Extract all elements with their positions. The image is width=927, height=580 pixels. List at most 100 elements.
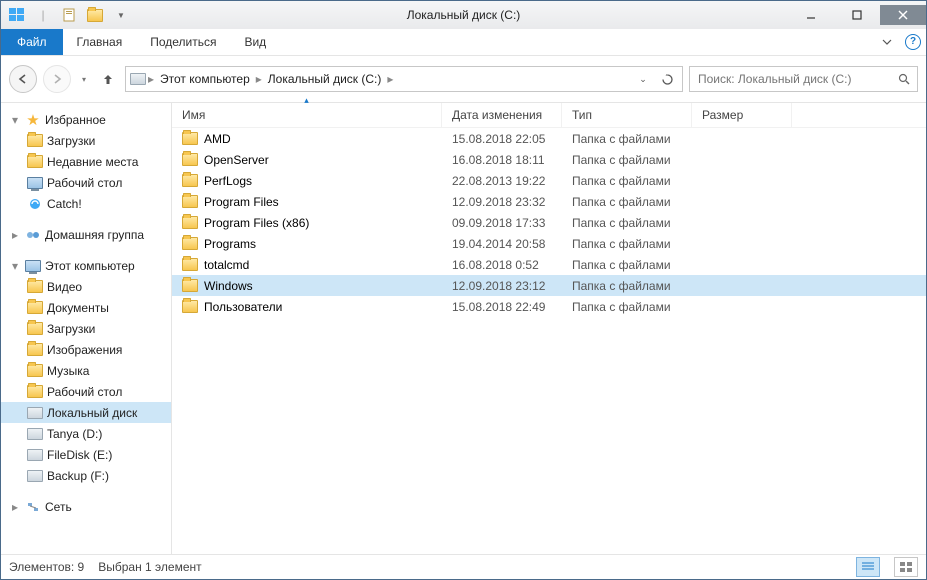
breadcrumb-computer[interactable]: Этот компьютер [156,72,254,86]
address-dropdown-icon[interactable]: ⌄ [632,74,654,85]
breadcrumb-drive[interactable]: Локальный диск (C:) [264,72,386,86]
file-name: Пользователи [204,300,282,314]
tree-item[interactable]: FileDisk (E:) [1,444,171,465]
ribbon-expand-icon[interactable] [874,29,900,55]
tree-label: Этот компьютер [45,259,135,273]
help-button[interactable]: ? [900,29,926,55]
file-date: 15.08.2018 22:49 [442,300,562,314]
column-date[interactable]: Дата изменения [442,103,562,127]
tree-item[interactable]: Рабочий стол [1,172,171,193]
column-size[interactable]: Размер [692,103,792,127]
close-button[interactable] [880,5,926,25]
table-row[interactable]: totalcmd 16.08.2018 0:52 Папка с файлами [172,254,926,275]
drive-icon [27,405,43,421]
tab-home[interactable]: Главная [63,29,137,55]
search-input[interactable] [696,71,898,87]
tree-item[interactable]: Загрузки [1,318,171,339]
maximize-button[interactable] [834,5,880,25]
table-row[interactable]: Programs 19.04.2014 20:58 Папка с файлам… [172,233,926,254]
navigation-pane: ▾★Избранное Загрузки Недавние места Рабо… [1,103,172,554]
ribbon-tabs: Файл Главная Поделиться Вид ? [1,29,926,56]
folder-icon [27,363,43,379]
qat-dropdown-icon[interactable]: ▼ [109,5,133,25]
file-type: Папка с файлами [562,195,692,209]
tree-item[interactable]: Backup (F:) [1,465,171,486]
homegroup-icon [25,227,41,243]
item-count: Элементов: 9 [9,560,84,574]
qat-properties-icon[interactable] [57,5,81,25]
table-row[interactable]: PerfLogs 22.08.2013 19:22 Папка с файлам… [172,170,926,191]
history-dropdown-icon[interactable]: ▾ [77,75,91,84]
column-type[interactable]: Тип [562,103,692,127]
tree-computer[interactable]: ▾ Этот компьютер [1,255,171,276]
tab-share[interactable]: Поделиться [136,29,230,55]
folder-icon [182,153,198,166]
table-row[interactable]: Program Files 12.09.2018 23:32 Папка с ф… [172,191,926,212]
selection-count: Выбран 1 элемент [98,560,201,574]
icons-view-button[interactable] [894,557,918,577]
forward-button[interactable] [43,65,71,93]
file-name: Program Files [204,195,279,209]
tree-item[interactable]: Видео [1,276,171,297]
chevron-right-icon[interactable]: ▸ [9,500,21,514]
tree-item[interactable]: Документы [1,297,171,318]
tree-item[interactable]: Музыка [1,360,171,381]
file-date: 22.08.2013 19:22 [442,174,562,188]
chevron-right-icon[interactable]: ▸ [148,72,154,86]
tree-item[interactable]: Tanya (D:) [1,423,171,444]
table-row[interactable]: Пользователи 15.08.2018 22:49 Папка с фа… [172,296,926,317]
qat-new-folder-icon[interactable] [83,5,107,25]
tree-label: Документы [47,301,109,315]
file-date: 16.08.2018 18:11 [442,153,562,167]
pc-icon [25,258,41,274]
tree-label: Рабочий стол [47,385,122,399]
minimize-button[interactable] [788,5,834,25]
tree-homegroup[interactable]: ▸Домашняя группа [1,224,171,245]
file-name: PerfLogs [204,174,252,188]
chevron-down-icon[interactable]: ▾ [9,259,21,273]
nav-bar: ▾ ▸ Этот компьютер ▸ Локальный диск (C:)… [1,56,926,102]
app-icon[interactable] [5,5,29,25]
tree-label: Недавние места [47,155,138,169]
chevron-right-icon[interactable]: ▸ [256,72,262,86]
tree-label: Catch! [47,197,82,211]
up-button[interactable] [97,68,119,90]
folder-icon [27,342,43,358]
back-button[interactable] [9,65,37,93]
address-bar[interactable]: ▸ Этот компьютер ▸ Локальный диск (C:) ▸… [125,66,683,92]
tree-label: Избранное [45,113,106,127]
tree-network[interactable]: ▸Сеть [1,496,171,517]
explorer-window: | ▼ Локальный диск (C:) Файл Главная Под… [0,0,927,580]
table-row[interactable]: AMD 15.08.2018 22:05 Папка с файлами [172,128,926,149]
refresh-button[interactable] [656,73,678,86]
table-row[interactable]: OpenServer 16.08.2018 18:11 Папка с файл… [172,149,926,170]
file-name: OpenServer [204,153,269,167]
file-tab[interactable]: Файл [1,29,63,55]
column-name[interactable]: ▴ Имя [172,103,442,127]
folder-icon [182,195,198,208]
file-type: Папка с файлами [562,132,692,146]
tree-item[interactable]: Рабочий стол [1,381,171,402]
file-date: 15.08.2018 22:05 [442,132,562,146]
tree-favorites[interactable]: ▾★Избранное [1,109,171,130]
tree-item[interactable]: Локальный диск [1,402,171,423]
tree-item[interactable]: Catch! [1,193,171,214]
search-box[interactable] [689,66,918,92]
tree-label: Загрузки [47,322,95,336]
details-view-button[interactable] [856,557,880,577]
chevron-right-icon[interactable]: ▸ [387,72,393,86]
folder-icon [182,258,198,271]
chevron-down-icon[interactable]: ▾ [9,113,21,127]
tree-item[interactable]: Изображения [1,339,171,360]
tab-view[interactable]: Вид [230,29,280,55]
column-label: Тип [572,108,592,122]
chevron-right-icon[interactable]: ▸ [9,228,21,242]
catch-icon [27,196,43,212]
folder-icon [182,174,198,187]
file-date: 12.09.2018 23:32 [442,195,562,209]
search-icon[interactable] [898,73,911,86]
table-row[interactable]: Windows 12.09.2018 23:12 Папка с файлами [172,275,926,296]
tree-item[interactable]: Загрузки [1,130,171,151]
tree-item[interactable]: Недавние места [1,151,171,172]
table-row[interactable]: Program Files (x86) 09.09.2018 17:33 Пап… [172,212,926,233]
